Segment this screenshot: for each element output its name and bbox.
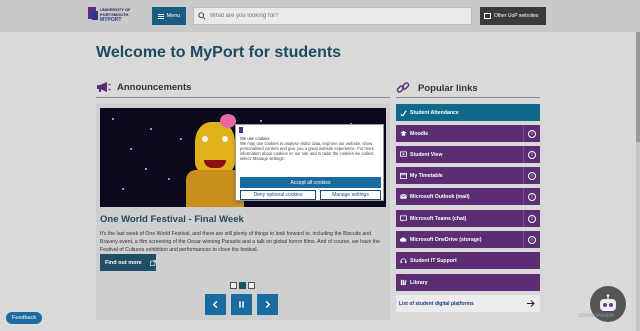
- popular-link-label: Student IT Support: [410, 257, 457, 264]
- menu-button[interactable]: Menu: [152, 7, 186, 25]
- university-logo[interactable]: UNIVERSITY OF PORTSMOUTH MYPORT: [88, 7, 134, 26]
- digital-platforms-label: List of student digital platforms: [399, 300, 474, 307]
- popular-link-label: Library: [410, 279, 428, 286]
- external-link-icon: [149, 259, 156, 266]
- find-out-more-label: Find out more: [105, 259, 142, 266]
- slide-title: One World Festival - Final Week: [100, 214, 244, 225]
- previous-slide-button[interactable]: [205, 294, 226, 315]
- manage-settings-button[interactable]: Manage settings: [320, 190, 381, 200]
- cookie-banner: We use cookies We may use cookies to ana…: [235, 124, 384, 201]
- info-icon[interactable]: i: [523, 210, 540, 227]
- arrow-right-icon: [527, 300, 535, 307]
- chevron-left-icon: [212, 300, 218, 309]
- popular-links-divider: [396, 97, 540, 98]
- popular-link-label: Student View: [410, 151, 443, 158]
- info-icon[interactable]: i: [523, 188, 540, 205]
- info-icon[interactable]: i: [523, 146, 540, 163]
- external-window-icon: [484, 13, 491, 19]
- popular-link-moodle[interactable]: Moodle i: [396, 125, 540, 142]
- teams-icon: [397, 210, 409, 227]
- page-title: Welcome to MyPort for students: [96, 44, 342, 61]
- popular-links-title: Popular links: [418, 82, 478, 94]
- popular-link-my-timetable[interactable]: My Timetable i: [396, 167, 540, 184]
- popular-link-label: Student Attendance: [410, 109, 459, 116]
- carousel-indicators: [230, 282, 255, 289]
- chevron-right-icon: [265, 300, 271, 309]
- next-slide-button[interactable]: [257, 294, 278, 315]
- slide-indicator-2[interactable]: [239, 282, 246, 289]
- moodle-icon: [397, 125, 409, 142]
- popular-link-label: Microsoft Outlook (mail): [410, 193, 470, 200]
- find-out-more-button[interactable]: Find out more: [100, 254, 156, 271]
- search-input[interactable]: [210, 13, 460, 19]
- feedback-button[interactable]: Feedback: [6, 312, 42, 324]
- attendance-icon: [397, 104, 409, 121]
- search-icon: [198, 12, 206, 20]
- digital-platforms-link[interactable]: List of student digital platforms: [396, 295, 540, 312]
- calendar-icon: [397, 167, 409, 184]
- robot-icon: [600, 294, 616, 311]
- watermark: ScreenAware: [578, 313, 614, 319]
- search-bar[interactable]: [193, 7, 472, 25]
- cloud-icon: [397, 231, 409, 248]
- hamburger-icon: [157, 13, 164, 19]
- slide-indicator-3[interactable]: [248, 282, 255, 289]
- deny-cookies-button[interactable]: Deny optional cookies: [240, 190, 316, 200]
- slide-description: It's the last week of One World Festival…: [100, 231, 380, 253]
- announcements-heading: Announcements: [96, 81, 191, 93]
- popular-link-student-it-support[interactable]: Student IT Support: [396, 252, 540, 269]
- pause-slides-button[interactable]: [231, 294, 252, 315]
- info-icon[interactable]: i: [523, 231, 540, 248]
- popular-link-label: Microsoft Teams (chat): [410, 215, 467, 222]
- cookie-banner-text: We may use cookies to analyse visitor da…: [240, 141, 375, 161]
- scrollbar-thumb[interactable]: [636, 32, 640, 142]
- other-websites-button[interactable]: Other UoP websites: [480, 7, 546, 25]
- logo-line-3: MYPORT: [100, 17, 122, 23]
- cookie-banner-logo: [239, 127, 243, 133]
- headset-icon: [397, 252, 409, 269]
- slide-indicator-1[interactable]: [230, 282, 237, 289]
- megaphone-icon: [97, 82, 111, 92]
- info-icon[interactable]: i: [523, 125, 540, 142]
- other-websites-label: Other UoP websites: [494, 13, 539, 19]
- popular-link-label: My Timetable: [410, 172, 443, 179]
- mail-icon: [397, 188, 409, 205]
- logo-crest-accent: [92, 11, 98, 20]
- popular-links-heading: Popular links: [396, 81, 478, 95]
- popular-link-library[interactable]: Library: [396, 274, 540, 291]
- popular-link-microsoft-onedrive-storage[interactable]: Microsoft OneDrive (storage) i: [396, 231, 540, 248]
- popular-link-label: Microsoft OneDrive (storage): [410, 236, 482, 243]
- menu-button-label: Menu: [166, 13, 181, 19]
- popular-link-student-attendance[interactable]: Student Attendance: [396, 104, 540, 121]
- pause-icon: [239, 301, 244, 308]
- site-header: UNIVERSITY OF PORTSMOUTH MYPORT Menu Oth…: [0, 0, 640, 32]
- announcements-title: Announcements: [117, 81, 192, 93]
- info-icon[interactable]: i: [523, 167, 540, 184]
- link-icon: [396, 82, 410, 93]
- popular-link-microsoft-outlook-mail[interactable]: Microsoft Outlook (mail) i: [396, 188, 540, 205]
- popular-link-student-view[interactable]: Student View i: [396, 146, 540, 163]
- popular-link-microsoft-teams-chat[interactable]: Microsoft Teams (chat) i: [396, 210, 540, 227]
- popular-link-label: Moodle: [410, 130, 429, 137]
- announcements-divider: [96, 97, 390, 98]
- library-icon: [397, 274, 409, 291]
- accept-cookies-button[interactable]: Accept all cookies: [240, 177, 381, 188]
- student-view-icon: [397, 146, 409, 163]
